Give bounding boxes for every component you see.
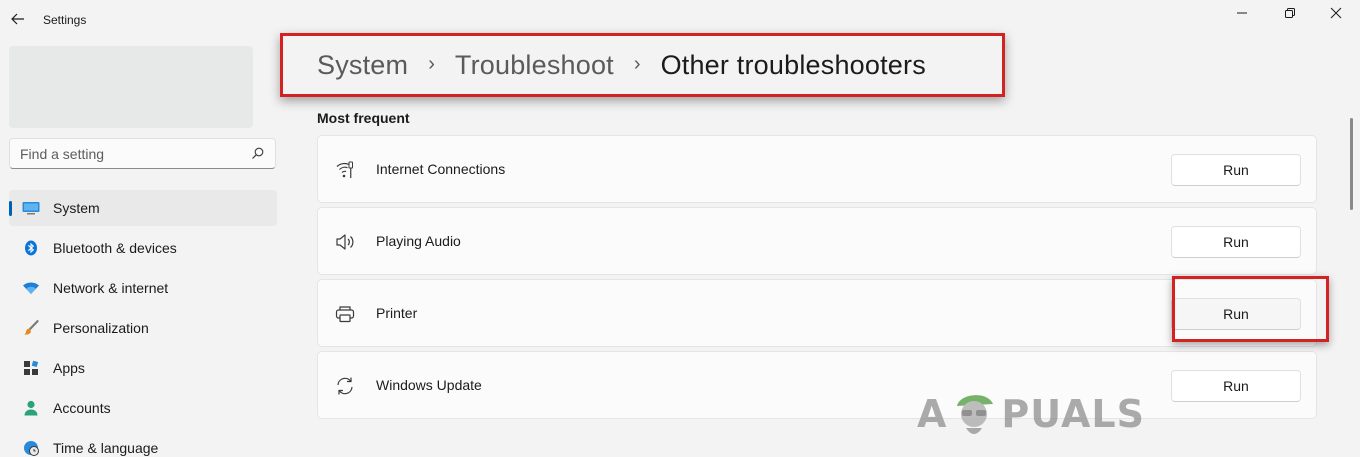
sidebar-item-apps[interactable]: Apps [9, 350, 277, 386]
sidebar-item-label: Accounts [53, 400, 111, 416]
sidebar-item-bluetooth[interactable]: Bluetooth & devices [9, 230, 277, 266]
minimize-button[interactable] [1227, 2, 1257, 24]
sidebar-item-label: Time & language [53, 440, 159, 456]
apps-icon [21, 358, 41, 378]
sidebar-item-time-language[interactable]: Time & language [9, 430, 277, 457]
troubleshooter-printer: Printer Run [317, 279, 1317, 347]
globe-clock-icon [21, 438, 41, 457]
search-input[interactable] [20, 145, 249, 162]
watermark-logo: A PUALS [917, 388, 1145, 440]
printer-icon [334, 304, 356, 324]
breadcrumb-troubleshoot[interactable]: Troubleshoot [455, 50, 614, 81]
back-arrow-icon [11, 13, 24, 25]
troubleshooter-windows-update: Windows Update Run [317, 351, 1317, 419]
sidebar-item-system[interactable]: System [9, 190, 277, 226]
accounts-icon [21, 398, 41, 418]
run-windows-update-button[interactable]: Run [1171, 370, 1301, 402]
sidebar-item-label: Bluetooth & devices [53, 240, 177, 256]
sidebar-item-label: Personalization [53, 320, 149, 336]
internet-connections-icon [334, 160, 356, 180]
mascot-icon [957, 395, 994, 434]
sidebar-item-network[interactable]: Network & internet [9, 270, 277, 306]
speaker-icon [334, 232, 356, 252]
highlight-frame [1172, 276, 1329, 342]
section-title: Most frequent [317, 110, 410, 126]
system-icon [21, 198, 41, 218]
app-title: Settings [43, 13, 87, 27]
troubleshooter-label: Playing Audio [376, 233, 461, 249]
troubleshooter-label: Printer [376, 305, 418, 321]
sidebar-item-label: System [53, 200, 100, 216]
page-title: Other troubleshooters [660, 49, 926, 80]
scrollbar[interactable] [1350, 118, 1353, 210]
troubleshooter-internet-connections: Internet Connections Run [317, 135, 1317, 203]
search-icon[interactable] [249, 146, 265, 162]
troubleshooter-playing-audio: Playing Audio Run [317, 207, 1317, 275]
troubleshooter-label: Windows Update [376, 377, 482, 393]
sidebar-item-accounts[interactable]: Accounts [9, 390, 277, 426]
close-button[interactable] [1321, 2, 1351, 24]
profile-card[interactable] [9, 46, 253, 128]
sidebar-item-label: Network & internet [53, 280, 169, 296]
wifi-icon [21, 278, 41, 298]
restore-button[interactable] [1275, 2, 1305, 24]
back-button[interactable] [8, 9, 28, 29]
sidebar-nav: System Bluetooth & devices Network & int… [9, 190, 277, 457]
restore-icon [1285, 8, 1295, 18]
run-internet-connections-button[interactable]: Run [1171, 154, 1301, 186]
search-box[interactable] [9, 138, 276, 169]
watermark-text-left: A [917, 392, 948, 436]
close-icon [1330, 7, 1342, 19]
troubleshooter-label: Internet Connections [376, 161, 506, 177]
minimize-icon [1237, 12, 1247, 14]
chevron-right-icon: › [428, 52, 435, 75]
sync-icon [334, 376, 356, 396]
brush-icon [21, 318, 41, 338]
bluetooth-icon [21, 238, 41, 258]
breadcrumb-system[interactable]: System [317, 50, 408, 81]
chevron-right-icon: › [633, 52, 641, 75]
watermark-text-right: PUALS [1001, 392, 1145, 436]
breadcrumb: System › Troubleshoot › Other troublesho… [280, 33, 1005, 97]
sidebar-item-label: Apps [53, 360, 85, 376]
run-playing-audio-button[interactable]: Run [1171, 226, 1301, 258]
sidebar-item-personalization[interactable]: Personalization [9, 310, 277, 346]
troubleshooter-list: Internet Connections Run Playing Audio R… [317, 135, 1317, 423]
